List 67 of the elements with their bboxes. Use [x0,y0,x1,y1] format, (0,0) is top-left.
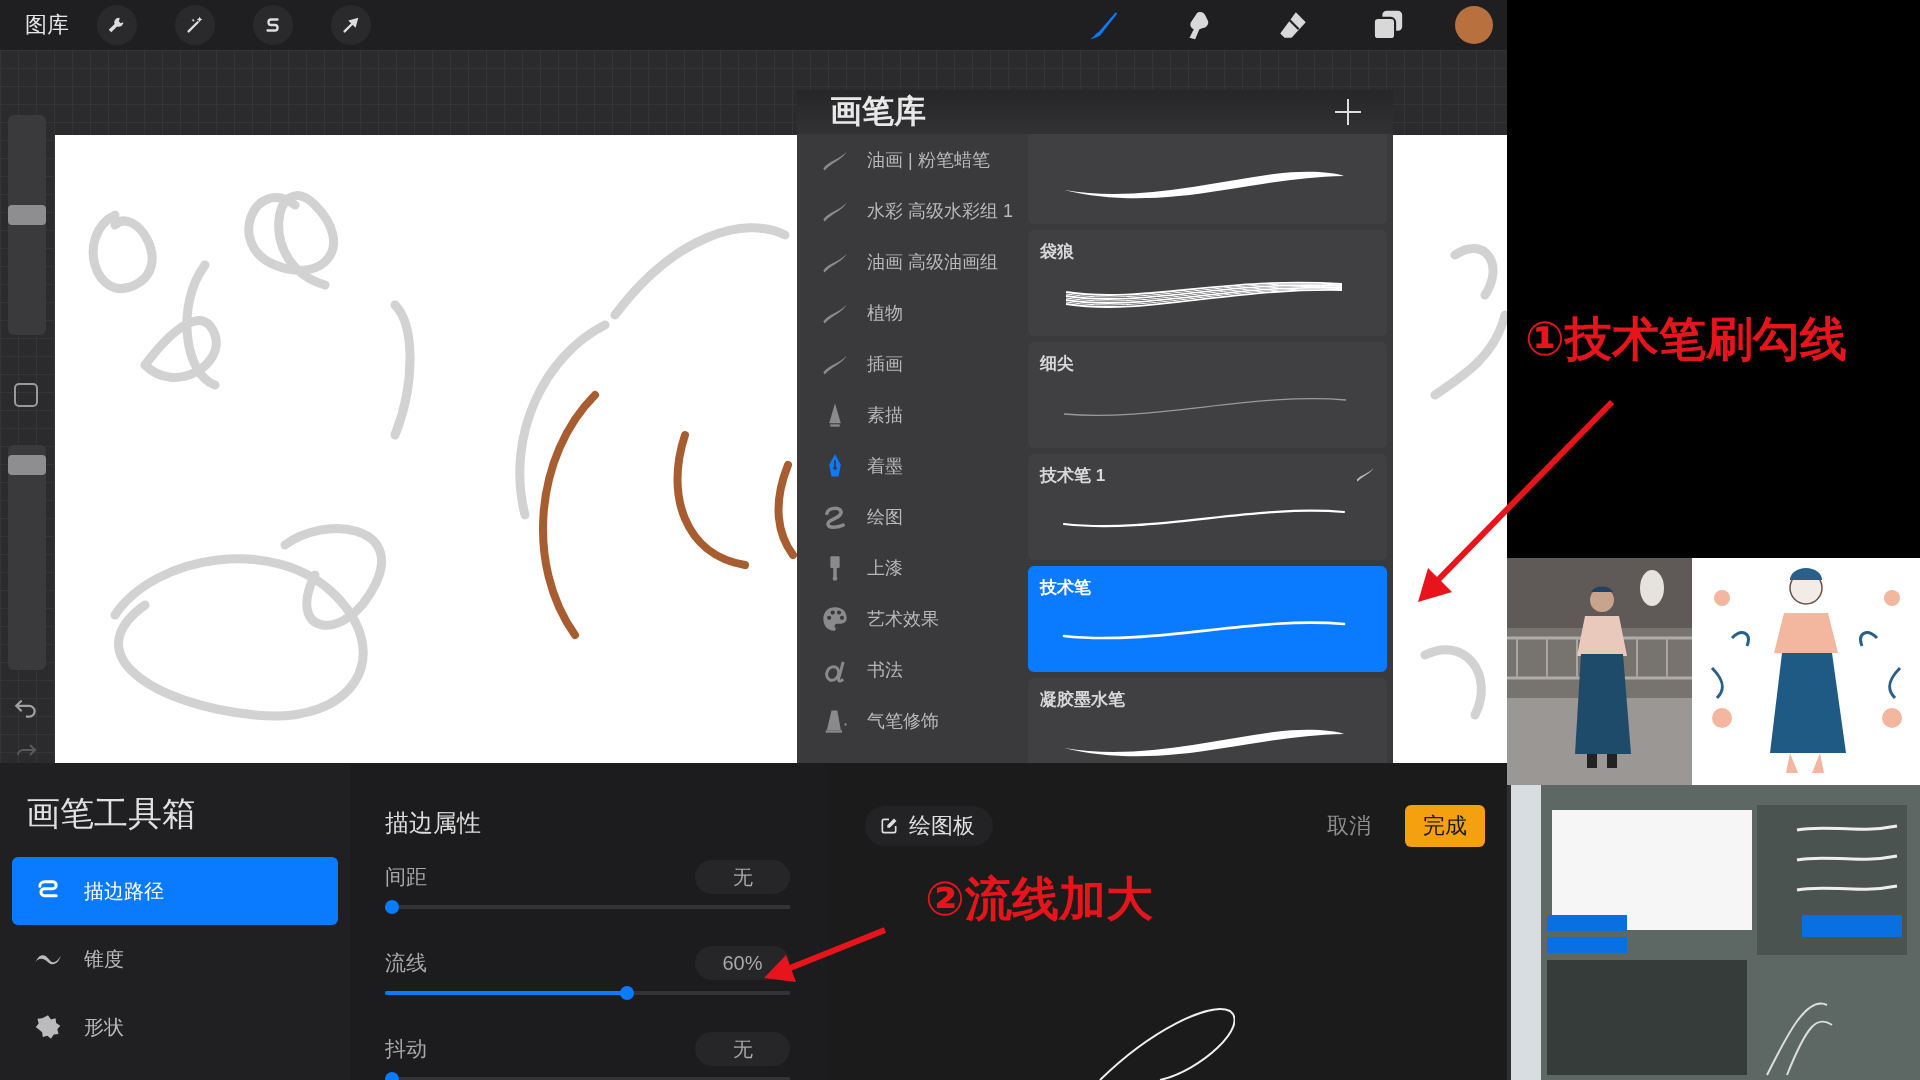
brush-category[interactable]: 水彩 高级水彩组 1 [797,185,1028,236]
category-name: 素描 [867,403,903,427]
category-name: 插画 [867,352,903,376]
category-name: 艺术效果 [867,607,939,631]
brush-category[interactable]: 插画 [797,338,1028,389]
slider-thumb[interactable] [619,986,634,1000]
brush-card[interactable]: 袋狼 [1028,230,1387,336]
slider-label: 抖动 [385,1036,427,1062]
brush-category[interactable]: 油画 高级油画组 [797,236,1028,287]
transform-button[interactable] [331,5,371,45]
brush-category[interactable]: 书法 [797,644,1028,695]
selection-button[interactable] [253,5,293,45]
toolbox-tab[interactable]: 描边路径 [12,857,338,925]
wand-button[interactable] [175,5,215,45]
opacity-slider[interactable] [8,445,46,670]
category-name: 上漆 [867,556,903,580]
brush-category[interactable]: 油画 | 粉笔蜡笔 [797,134,1028,185]
category-name: 油画 高级油画组 [867,250,998,274]
brush-card[interactable]: 技术笔 [1028,566,1387,672]
category-name: 着墨 [867,454,903,478]
brush-size-slider[interactable] [8,115,46,335]
toolbox-title: 画笔工具箱 [25,793,197,834]
brush-card[interactable]: 技术笔 1 [1028,454,1387,560]
wrench-button[interactable] [97,5,137,45]
brush-category[interactable]: 上漆 [797,542,1028,593]
brush-name: 技术笔 [1040,577,1092,598]
brush-name: 技术笔 1 [1040,465,1107,486]
gallery-button[interactable]: 图库 [25,10,69,40]
category-name: 植物 [867,301,903,325]
category-name: 绘图 [867,505,903,529]
slider-value: 无 [695,860,790,894]
category-name: 气笔修饰 [867,709,939,733]
edit-icon [879,816,899,836]
slider-label: 流线 [385,950,427,976]
annotation-text: ②流线加大 [925,871,1153,927]
brush-name: 凝胶墨水笔 [1040,689,1126,710]
brush-category[interactable]: 素描 [797,389,1028,440]
done-button[interactable]: 完成 [1405,805,1485,847]
brush-category[interactable]: 着墨 [797,440,1028,491]
brush-category[interactable]: 绘图 [797,491,1028,542]
color-swatch[interactable] [1455,6,1493,44]
slider-thumb[interactable] [8,205,46,225]
brush-category[interactable]: 艺术效果 [797,593,1028,644]
panel-title: 画笔库 [830,92,927,131]
brush-card[interactable]: 细尖 [1028,342,1387,448]
slider-thumb[interactable] [385,900,399,914]
modify-button[interactable] [14,383,38,407]
slider-thumb[interactable] [8,455,46,476]
gear-icon [34,1013,62,1041]
brush-card[interactable] [1028,134,1387,224]
toolbox-tab[interactable]: 锥度 [12,925,338,993]
drawing-pad-button[interactable]: 绘图板 [865,806,993,846]
category-name: 书法 [867,658,903,682]
section-title: 描边属性 [385,808,482,837]
brush-name: 袋狼 [1040,241,1075,262]
brush-category[interactable]: 气笔修饰 [797,695,1028,746]
add-icon[interactable] [1333,97,1363,127]
slider-label: 间距 [385,864,427,890]
brush-category[interactable]: 植物 [797,287,1028,338]
cancel-button[interactable]: 取消 [1321,810,1377,842]
annotation-text: ①技术笔刷勾线 [1525,311,1847,367]
brush-card[interactable]: 凝胶墨水笔 [1028,678,1387,763]
category-name: 水彩 高级水彩组 1 [867,199,1013,223]
toolbox-tab[interactable]: 形状 [12,993,338,1061]
category-name: 油画 | 粉笔蜡笔 [867,148,990,172]
brush-name: 细尖 [1040,353,1075,374]
slider-value: 无 [695,1032,790,1066]
